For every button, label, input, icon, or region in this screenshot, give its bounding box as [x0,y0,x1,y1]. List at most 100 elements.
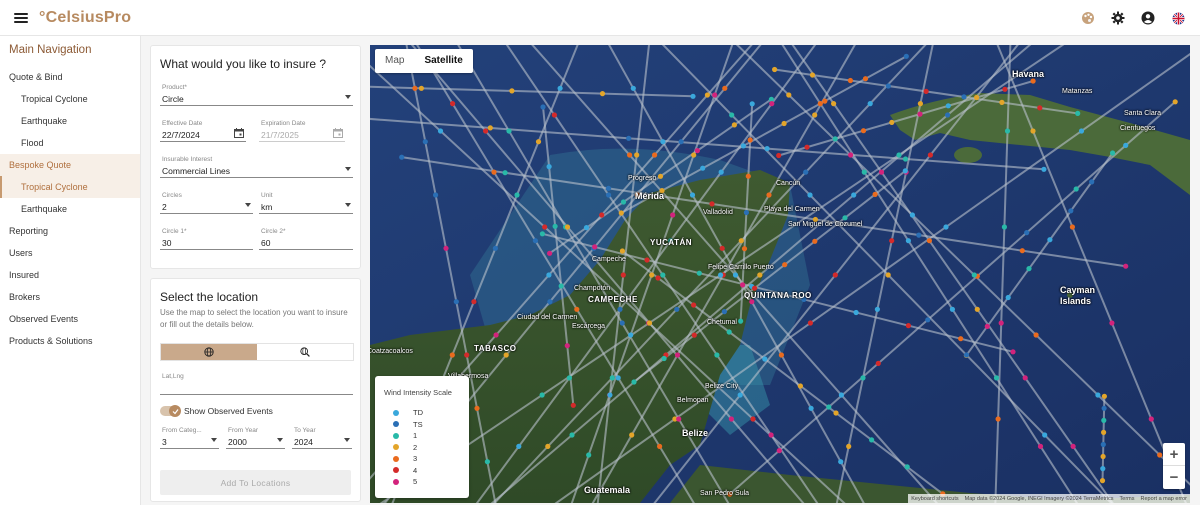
cyclone-event-point[interactable] [817,101,823,107]
map-type-satellite[interactable]: Satellite [414,49,472,73]
cyclone-event-point[interactable] [676,416,682,422]
cyclone-event-point[interactable] [995,416,1001,422]
gear-icon[interactable] [1110,10,1126,26]
sidebar-item-tropical-cyclone[interactable]: Tropical Cyclone [0,88,140,110]
sidebar-item-brokers[interactable]: Brokers [0,286,140,308]
cyclone-event-point[interactable] [1099,478,1106,484]
cyclone-event-point[interactable] [619,320,625,326]
menu-icon[interactable] [14,12,28,23]
cyclone-event-point[interactable] [617,306,623,312]
cyclone-event-point[interactable] [1157,452,1163,458]
cyclone-event-point[interactable] [1069,224,1075,230]
cyclone-event-point[interactable] [1100,453,1106,460]
cyclone-event-point[interactable] [872,191,878,197]
cyclone-event-point[interactable] [993,375,1000,381]
cyclone-event-point[interactable] [750,416,756,422]
cyclone-event-point[interactable] [646,320,653,326]
cyclone-event-point[interactable] [471,299,477,305]
cyclone-event-point[interactable] [749,101,755,107]
cyclone-event-point[interactable] [691,332,697,338]
cyclone-event-point[interactable] [832,272,838,278]
cyclone-event-point[interactable] [492,245,498,251]
effective-date-field[interactable]: Effective Date 22/7/2024 [160,120,246,142]
cyclone-event-point[interactable] [674,352,681,358]
cyclone-event-point[interactable] [1172,99,1178,105]
cyclone-event-point[interactable] [540,104,546,110]
cyclone-event-point[interactable] [605,185,612,191]
cyclone-event-point[interactable] [1073,186,1079,192]
cyclone-event-point[interactable] [874,306,880,312]
cyclone-event-point[interactable] [1033,332,1039,338]
add-to-locations-button[interactable]: Add To Locations [160,470,351,495]
keyboard-shortcuts-link[interactable]: Keyboard shortcuts [911,496,958,502]
cyclone-event-point[interactable] [619,248,625,254]
cyclone-event-point[interactable] [1019,248,1025,254]
cyclone-event-point[interactable] [782,262,788,268]
cyclone-event-point[interactable] [691,152,697,158]
cyclone-event-point[interactable] [483,128,489,134]
cyclone-event-point[interactable] [776,448,782,454]
cyclone-event-point[interactable] [607,392,613,398]
cyclone-event-point[interactable] [803,169,809,175]
terms-link[interactable]: Terms [1120,496,1135,502]
cyclone-event-point[interactable] [731,122,737,128]
cyclone-event-point[interactable] [846,443,852,449]
cyclone-event-point[interactable] [722,85,728,91]
cyclone-event-point[interactable] [1037,443,1044,449]
cyclone-event-point[interactable] [491,169,497,175]
cyclone-event-point[interactable] [437,128,444,134]
cyclone-event-point[interactable] [620,272,626,278]
cyclone-event-point[interactable] [618,210,624,216]
cyclone-event-point[interactable] [674,306,680,312]
sidebar-item-insured[interactable]: Insured [0,264,140,286]
cyclone-event-point[interactable] [860,128,867,134]
cyclone-event-point[interactable] [450,101,456,107]
cyclone-event-point[interactable] [1095,392,1101,398]
from-year-select[interactable]: From Year 2000 [226,427,285,449]
flag-uk-icon[interactable] [1170,10,1186,26]
cyclone-event-point[interactable] [778,352,784,358]
cyclone-event-point[interactable] [917,101,924,107]
map-type-map[interactable]: Map [375,49,414,73]
cyclone-event-point[interactable] [838,459,844,465]
cyclone-event-point[interactable] [916,232,922,238]
cyclone-event-point[interactable] [999,99,1005,105]
cyclone-event-point[interactable] [1026,266,1032,272]
cyclone-event-point[interactable] [569,432,575,438]
cyclone-event-point[interactable] [558,283,564,289]
cyclone-event-point[interactable] [574,306,580,312]
cyclone-event-point[interactable] [1068,208,1074,214]
cyclone-event-point[interactable] [509,88,515,94]
cyclone-event-point[interactable] [652,152,658,158]
cyclone-event-point[interactable] [634,152,640,158]
cyclone-event-point[interactable] [971,272,977,278]
cyclone-event-point[interactable] [1109,320,1115,326]
cyclone-event-point[interactable] [949,306,956,312]
cyclone-event-point[interactable] [719,245,725,251]
cyclone-event-point[interactable] [620,199,627,205]
cyclone-event-point[interactable] [606,192,612,198]
sidebar-item-users[interactable]: Users [0,242,140,264]
cyclone-event-point[interactable] [833,410,839,416]
cyclone-event-point[interactable] [626,135,632,141]
cyclone-event-point[interactable] [583,225,590,231]
cyclone-event-point[interactable] [539,392,545,398]
sidebar-item-flood[interactable]: Flood [0,132,140,154]
cyclone-event-point[interactable] [535,139,542,145]
cyclone-event-point[interactable] [1089,179,1095,185]
cyclone-event-point[interactable] [1047,237,1053,243]
sidebar-item-reporting[interactable]: Reporting [0,220,140,242]
cyclone-event-point[interactable] [804,144,810,150]
cyclone-event-point[interactable] [718,272,724,278]
cyclone-event-point[interactable] [1110,150,1116,156]
cyclone-event-point[interactable] [757,272,763,278]
cyclone-event-point[interactable] [655,275,661,281]
cyclone-event-point[interactable] [1123,263,1129,269]
cyclone-event-point[interactable] [631,379,637,385]
cyclone-event-point[interactable] [566,375,572,381]
cyclone-event-point[interactable] [945,112,951,118]
report-error-link[interactable]: Report a map error [1141,496,1187,502]
from-category-select[interactable]: From Categ... 3 [160,427,219,449]
cyclone-event-point[interactable] [998,320,1004,326]
cyclone-event-point[interactable] [615,375,621,381]
